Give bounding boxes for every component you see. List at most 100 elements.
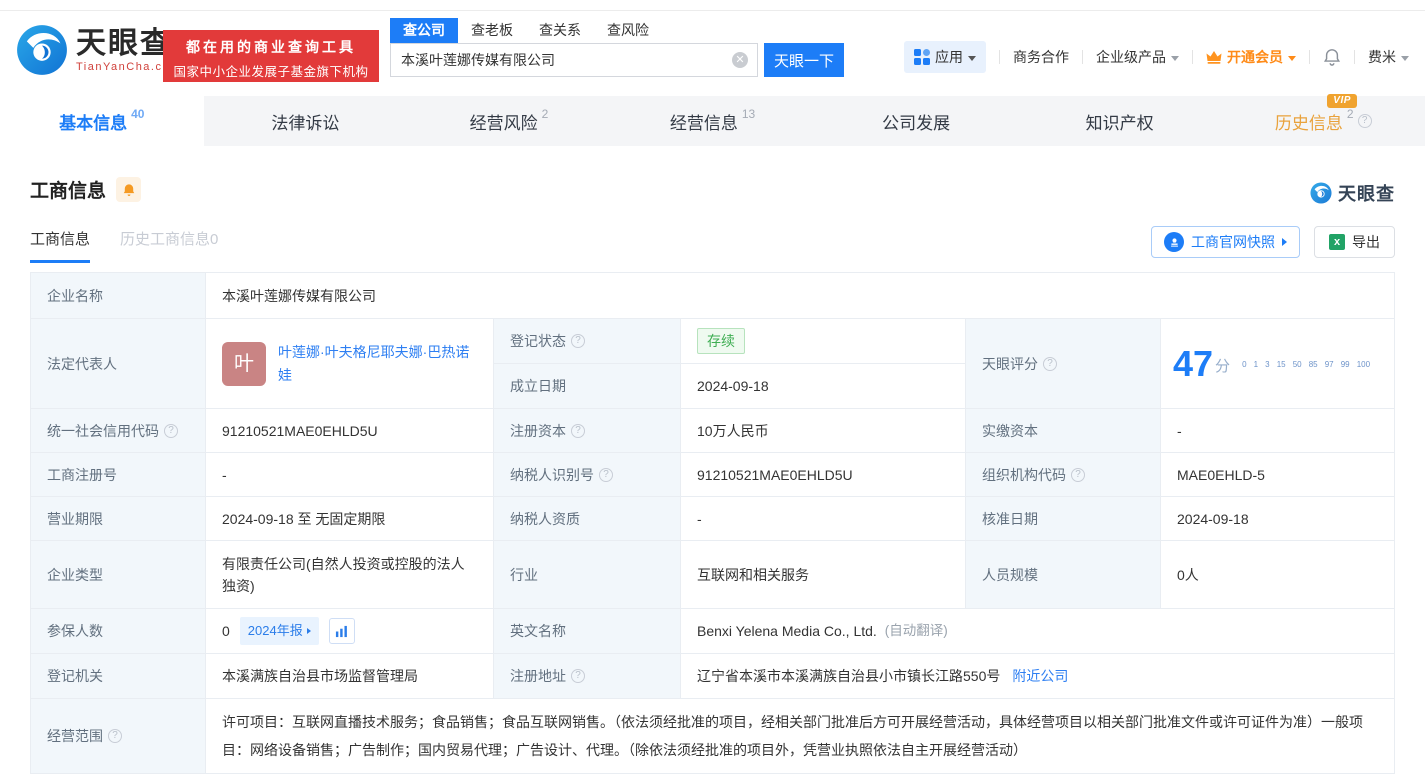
score-value: 47 分 0 1 3 15 50 85 97 99 100 bbox=[1161, 319, 1394, 408]
nav-user-menu[interactable]: 费米 bbox=[1368, 47, 1409, 67]
tab-count: 2 bbox=[1346, 107, 1354, 121]
top-divider bbox=[0, 10, 1425, 11]
org-code-label: 组织机构代码? bbox=[966, 453, 1161, 496]
taxpayer-id-label: 纳税人识别号? bbox=[494, 453, 681, 496]
english-name-label: 英文名称 bbox=[494, 609, 681, 653]
search-tab-boss[interactable]: 查老板 bbox=[458, 18, 526, 43]
tab-history-info[interactable]: 历史信息 VIP 2 ? bbox=[1221, 93, 1425, 146]
subtab-business-info[interactable]: 工商信息 bbox=[30, 228, 91, 263]
company-name-label: 企业名称 bbox=[31, 273, 206, 318]
search-input[interactable] bbox=[390, 43, 758, 77]
score-axis-tick: 50 bbox=[1292, 359, 1302, 369]
score-number-wrap: 47 分 bbox=[1173, 342, 1231, 384]
status-badge: 存续 bbox=[697, 328, 745, 354]
score-axis-tick: 15 bbox=[1276, 359, 1286, 369]
tab-basic-info[interactable]: 基本信息 40 bbox=[0, 96, 204, 146]
vip-badge: VIP bbox=[1327, 93, 1357, 108]
industry-label: 行业 bbox=[494, 541, 681, 608]
avatar[interactable]: 叶 bbox=[222, 341, 266, 386]
reg-authority-label: 登记机关 bbox=[31, 654, 206, 698]
nearby-companies-link[interactable]: 附近公司 bbox=[1012, 665, 1068, 687]
credit-code-value: 91210521MAE0EHLD5U bbox=[206, 409, 494, 452]
export-button[interactable]: x 导出 bbox=[1314, 226, 1395, 258]
table-row: 登记机关 本溪满族自治县市场监督管理局 注册地址? 辽宁省本溪市本溪满族自治县小… bbox=[31, 654, 1394, 699]
nav-separator bbox=[1309, 50, 1310, 64]
help-icon[interactable]: ? bbox=[164, 423, 178, 438]
tab-operating-risk[interactable]: 经营风险 2 bbox=[407, 96, 611, 146]
snapshot-button-label: 工商官网快照 bbox=[1191, 234, 1275, 250]
nav-vip-label: 开通会员 bbox=[1227, 49, 1283, 65]
search-tab-relation[interactable]: 查关系 bbox=[526, 18, 594, 43]
search-tab-company[interactable]: 查公司 bbox=[390, 18, 458, 43]
score-number: 47 bbox=[1173, 342, 1214, 384]
tab-label: 历史信息 bbox=[1274, 113, 1343, 133]
company-name-value: 本溪叶莲娜传媒有限公司 bbox=[222, 287, 376, 304]
tianyancha-company-page: 天眼查 TianYanCha.com 都在用的商业查询工具 国家中小企业发展子基… bbox=[0, 0, 1425, 778]
subscribe-bell-button[interactable] bbox=[116, 177, 142, 202]
subtab-history-business-info[interactable]: 历史工商信息0 bbox=[120, 228, 218, 263]
tab-label-wrap: 历史信息 VIP bbox=[1274, 93, 1357, 134]
chevron-down-icon bbox=[968, 55, 976, 61]
tab-label: 公司发展 bbox=[882, 113, 951, 133]
trend-chart-button[interactable] bbox=[328, 618, 355, 644]
paid-capital-value: - bbox=[1177, 422, 1182, 439]
tab-label: 基本信息 bbox=[59, 113, 128, 133]
search-input-wrap: ✕ bbox=[390, 43, 758, 77]
crown-icon bbox=[1206, 51, 1222, 64]
reg-status-label: 登记状态? bbox=[494, 319, 681, 363]
tab-operating-info[interactable]: 经营信息 13 bbox=[611, 96, 815, 146]
watermark-logo: 天眼查 bbox=[1310, 180, 1395, 206]
business-info-subtabs: 工商信息 历史工商信息0 bbox=[30, 228, 218, 263]
annual-report-badge[interactable]: 2024年报 bbox=[239, 617, 319, 645]
industry-value: 互联网和相关服务 bbox=[681, 541, 966, 608]
tab-legal-proceedings[interactable]: 法律诉讼 bbox=[204, 96, 408, 146]
reg-capital-label: 注册资本? bbox=[494, 409, 681, 452]
clear-icon[interactable]: ✕ bbox=[732, 52, 748, 68]
company-detail-tabbar: 基本信息 40 法律诉讼 经营风险 2 经营信息 13 公司发展 知识产权 历史… bbox=[0, 93, 1425, 146]
official-snapshot-button[interactable]: 工商官网快照 bbox=[1151, 226, 1300, 258]
table-row: 成立日期 2024-09-18 bbox=[494, 364, 965, 408]
reg-address-label: 注册地址? bbox=[494, 654, 681, 698]
insured-count-number: 0 bbox=[222, 623, 230, 639]
legal-rep-label: 法定代表人 bbox=[31, 319, 206, 408]
tab-label: 知识产权 bbox=[1085, 113, 1154, 133]
nav-business-cooperation[interactable]: 商务合作 bbox=[1013, 47, 1069, 67]
top-nav: 应用 商务合作 企业级产品 开通会员 费米 bbox=[904, 41, 1409, 73]
nav-open-vip[interactable]: 开通会员 bbox=[1206, 47, 1296, 67]
nav-enterprise-label: 企业级产品 bbox=[1096, 49, 1166, 65]
nav-notifications[interactable] bbox=[1323, 48, 1341, 66]
help-icon[interactable]: ? bbox=[571, 669, 585, 683]
arrow-right-icon bbox=[306, 628, 311, 634]
score-unit: 分 bbox=[1215, 357, 1231, 375]
search-button[interactable]: 天眼一下 bbox=[764, 43, 844, 77]
credit-code-label: 统一社会信用代码? bbox=[31, 409, 206, 452]
section-header: 工商信息 bbox=[30, 176, 142, 203]
help-icon[interactable]: ? bbox=[599, 467, 613, 482]
help-icon[interactable]: ? bbox=[571, 334, 585, 348]
english-name-value: Benxi Yelena Media Co., Ltd. (自动翻译) bbox=[681, 609, 1394, 653]
score-distribution-chart[interactable]: 0 1 3 15 50 85 97 99 100 bbox=[1242, 352, 1370, 376]
help-icon[interactable]: ? bbox=[571, 423, 585, 438]
business-info-table: 企业名称 本溪叶莲娜传媒有限公司 法定代表人 叶 叶莲娜·叶夫格尼耶夫娜·巴热诺… bbox=[30, 272, 1395, 774]
insured-count-value: 0 2024年报 bbox=[206, 609, 494, 653]
search-area: 查公司 查老板 查关系 查风险 ✕ 天眼一下 bbox=[390, 18, 844, 77]
tab-intellectual-property[interactable]: 知识产权 bbox=[1018, 96, 1222, 146]
help-icon[interactable]: ? bbox=[1071, 467, 1085, 482]
score-axis-tick: 1 bbox=[1253, 359, 1259, 369]
tab-count: 40 bbox=[131, 107, 145, 121]
help-icon[interactable]: ? bbox=[108, 729, 122, 743]
site-logo[interactable]: 天眼查 TianYanCha.com bbox=[16, 24, 181, 76]
legal-rep-name-link[interactable]: 叶莲娜·叶夫格尼耶夫娜·巴热诺娃 bbox=[278, 341, 477, 387]
nav-apps[interactable]: 应用 bbox=[904, 41, 986, 73]
table-row: 法定代表人 叶 叶莲娜·叶夫格尼耶夫娜·巴热诺娃 登记状态? 存续 成立日期 2… bbox=[31, 319, 1394, 409]
tab-label: 经营风险 bbox=[469, 113, 538, 133]
reg-address-value: 辽宁省本溪市本溪满族自治县小市镇长江路550号 附近公司 bbox=[681, 654, 1394, 698]
search-tab-risk[interactable]: 查风险 bbox=[594, 18, 662, 43]
nav-separator bbox=[1082, 50, 1083, 64]
help-icon[interactable]: ? bbox=[1357, 114, 1372, 128]
nav-enterprise-products[interactable]: 企业级产品 bbox=[1096, 47, 1179, 67]
arrow-right-icon bbox=[1282, 238, 1287, 246]
staff-size-value: 0人 bbox=[1177, 566, 1199, 583]
tab-company-development[interactable]: 公司发展 bbox=[814, 96, 1018, 146]
help-icon[interactable]: ? bbox=[1043, 356, 1057, 371]
